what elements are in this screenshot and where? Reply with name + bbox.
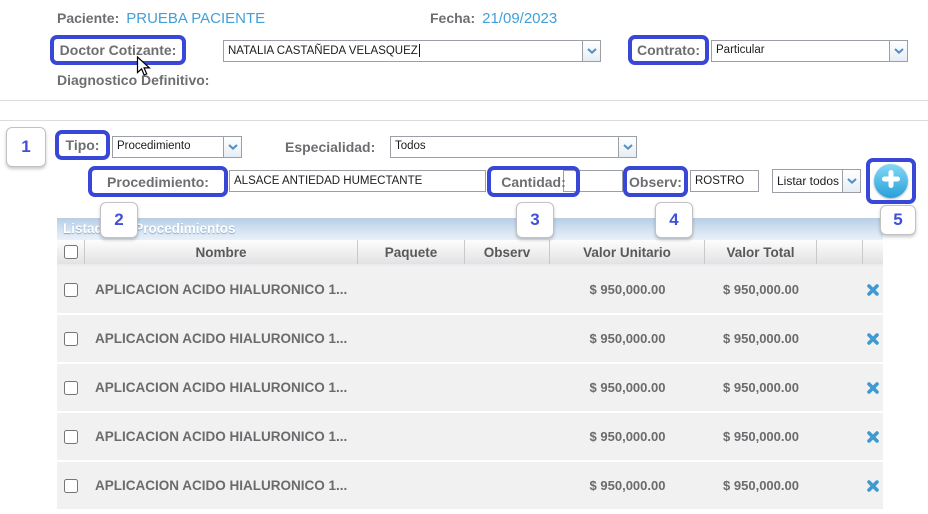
procedures-table: Listado de Procedimientos Nombre Paquete… bbox=[57, 218, 883, 511]
delete-x-icon bbox=[867, 430, 879, 443]
delete-button[interactable] bbox=[863, 280, 883, 300]
chevron-down-icon[interactable] bbox=[223, 137, 241, 157]
observ-label: Observ: bbox=[629, 173, 682, 190]
step-3-badge: 3 bbox=[516, 202, 554, 238]
delete-button[interactable] bbox=[863, 378, 883, 398]
section-divider bbox=[0, 120, 928, 121]
table-row: APLICACION ACIDO HIALURONICO 1... $ 950,… bbox=[57, 364, 883, 411]
tipo-label: Tipo: bbox=[65, 137, 100, 153]
step-4-badge: 4 bbox=[655, 202, 693, 238]
col-observ: Observ bbox=[465, 240, 550, 264]
procedimiento-label: Procedimiento: bbox=[107, 173, 209, 190]
chevron-down-icon[interactable] bbox=[842, 170, 860, 192]
step-2-badge: 2 bbox=[100, 202, 138, 238]
table-title: Listado de Procedimientos bbox=[57, 218, 883, 240]
procedure-name: APLICACION ACIDO HIALURONICO 1... bbox=[95, 331, 348, 346]
procedure-name: APLICACION ACIDO HIALURONICO 1... bbox=[95, 429, 348, 444]
table-header-row: Nombre Paquete Observ Valor Unitario Val… bbox=[57, 240, 883, 266]
add-button-annotation bbox=[866, 158, 916, 204]
doctor-cotizante-label: Doctor Cotizante: bbox=[59, 42, 177, 58]
observ-annotation: Observ: bbox=[623, 166, 688, 197]
doctor-cotizante-select[interactable]: NATALIA CASTAÑEDA VELASQUEZ bbox=[223, 40, 601, 62]
section-divider bbox=[0, 100, 928, 101]
delete-x-icon bbox=[867, 479, 879, 492]
procedure-name: APLICACION ACIDO HIALURONICO 1... bbox=[95, 478, 348, 493]
table-row: APLICACION ACIDO HIALURONICO 1... $ 950,… bbox=[57, 315, 883, 362]
step-5-badge: 5 bbox=[880, 205, 916, 235]
cantidad-label: Cantidad: bbox=[501, 173, 566, 190]
cantidad-annotation: Cantidad: bbox=[487, 166, 580, 197]
col-actions bbox=[863, 240, 883, 264]
especialidad-select[interactable]: Todos bbox=[390, 136, 637, 158]
valor-unitario-cell: $ 950,000.00 bbox=[589, 478, 666, 493]
procedure-name: APLICACION ACIDO HIALURONICO 1... bbox=[95, 282, 348, 297]
row-checkbox[interactable] bbox=[64, 380, 78, 395]
row-checkbox[interactable] bbox=[64, 478, 78, 493]
contrato-value: Particular bbox=[716, 44, 765, 56]
fecha-label: Fecha: bbox=[430, 10, 476, 26]
quotation-screen: Paciente: PRUEBA PACIENTE Fecha: 21/09/2… bbox=[0, 0, 928, 514]
mouse-cursor-icon bbox=[136, 55, 152, 83]
delete-x-icon bbox=[867, 381, 879, 394]
valor-total-cell: $ 950,000.00 bbox=[723, 429, 799, 444]
contrato-annotation: Contrato: bbox=[628, 35, 709, 65]
tipo-value: Procedimiento bbox=[117, 140, 191, 152]
col-valor-total: Valor Total bbox=[705, 240, 817, 264]
doctor-cotizante-annotation: Doctor Cotizante: bbox=[50, 35, 186, 65]
procedimiento-input[interactable] bbox=[229, 170, 486, 192]
procedimiento-annotation: Procedimiento: bbox=[88, 166, 228, 197]
delete-button[interactable] bbox=[863, 427, 883, 447]
especialidad-label: Especialidad: bbox=[285, 139, 376, 155]
valor-total-cell: $ 950,000.00 bbox=[723, 478, 799, 493]
delete-button[interactable] bbox=[863, 476, 883, 496]
listar-todos-value: Listar todos bbox=[777, 174, 840, 188]
text-caret bbox=[418, 44, 420, 57]
valor-total-cell: $ 950,000.00 bbox=[723, 380, 799, 395]
fecha-value: 21/09/2023 bbox=[482, 10, 558, 27]
listar-todos-select[interactable]: Listar todos bbox=[772, 169, 861, 193]
procedure-name: APLICACION ACIDO HIALURONICO 1... bbox=[95, 380, 348, 395]
doctor-cotizante-value: NATALIA CASTAÑEDA VELASQUEZ bbox=[228, 45, 418, 57]
col-valor-unitario: Valor Unitario bbox=[550, 240, 705, 264]
valor-unitario-cell: $ 950,000.00 bbox=[589, 380, 666, 395]
observ-input[interactable] bbox=[690, 170, 759, 192]
row-checkbox[interactable] bbox=[64, 429, 78, 444]
chevron-down-icon[interactable] bbox=[582, 41, 600, 61]
especialidad-value: Todos bbox=[395, 140, 426, 152]
tipo-annotation: Tipo: bbox=[55, 130, 110, 160]
valor-unitario-cell: $ 950,000.00 bbox=[589, 282, 666, 297]
delete-x-icon bbox=[867, 332, 879, 345]
table-row: APLICACION ACIDO HIALURONICO 1... $ 950,… bbox=[57, 413, 883, 460]
table-row: APLICACION ACIDO HIALURONICO 1... $ 950,… bbox=[57, 462, 883, 509]
valor-unitario-cell: $ 950,000.00 bbox=[589, 429, 666, 444]
col-nombre: Nombre bbox=[85, 240, 358, 264]
valor-unitario-cell: $ 950,000.00 bbox=[589, 331, 666, 346]
valor-total-cell: $ 950,000.00 bbox=[723, 331, 799, 346]
select-all-checkbox[interactable] bbox=[63, 245, 78, 259]
tipo-select[interactable]: Procedimiento bbox=[112, 136, 242, 158]
contrato-label: Contrato: bbox=[637, 42, 700, 58]
paciente-value: PRUEBA PACIENTE bbox=[126, 10, 266, 27]
valor-total-cell: $ 950,000.00 bbox=[723, 282, 799, 297]
col-spacer bbox=[817, 240, 863, 264]
row-checkbox[interactable] bbox=[64, 282, 78, 297]
step-1-badge: 1 bbox=[6, 127, 46, 167]
chevron-down-icon[interactable] bbox=[889, 41, 907, 61]
paciente-label: Paciente: bbox=[57, 10, 120, 26]
chevron-down-icon[interactable] bbox=[618, 137, 636, 157]
delete-button[interactable] bbox=[863, 329, 883, 349]
col-paquete: Paquete bbox=[358, 240, 465, 264]
row-checkbox[interactable] bbox=[64, 331, 78, 346]
contrato-select[interactable]: Particular bbox=[711, 40, 908, 62]
delete-x-icon bbox=[867, 283, 879, 296]
diagnostico-label: Diagnostico Definitivo: bbox=[57, 72, 210, 88]
table-row: APLICACION ACIDO HIALURONICO 1... $ 950,… bbox=[57, 266, 883, 313]
